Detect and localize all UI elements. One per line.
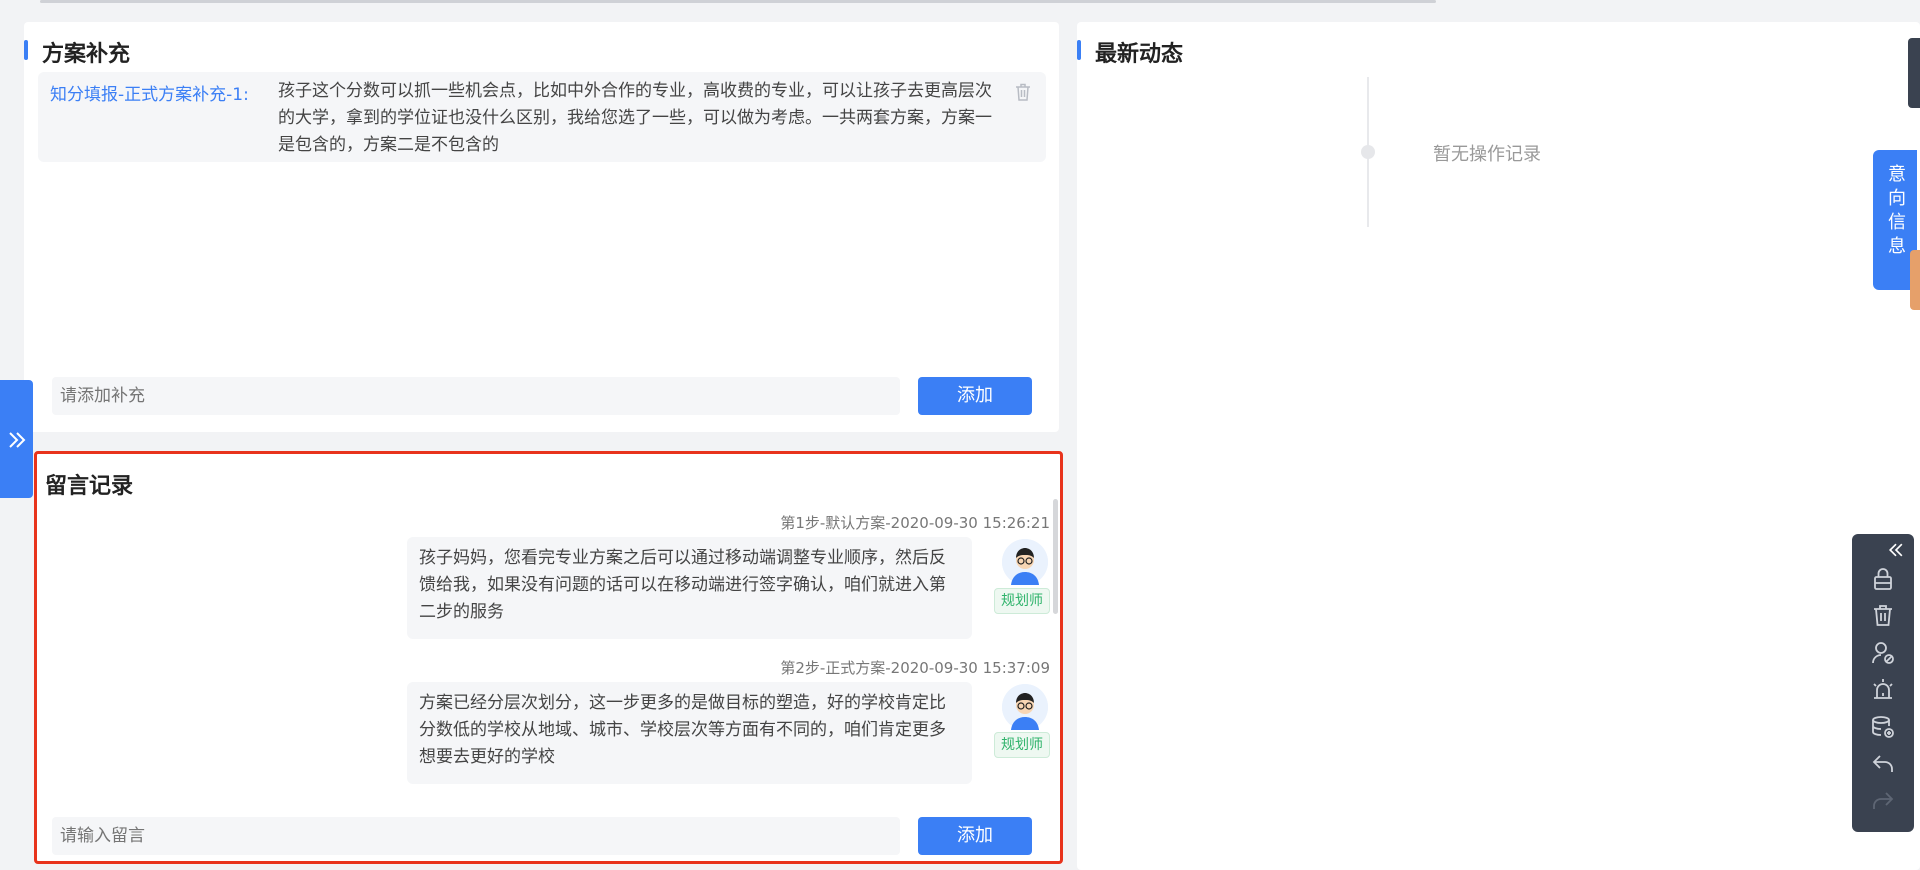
planner-avatar <box>1002 539 1048 585</box>
supplement-input[interactable] <box>52 377 900 415</box>
double-chevron-right-icon <box>8 431 25 448</box>
plan-supplement-card: 方案补充 知分填报-正式方案补充-1: 孩子这个分数可以抓一些机会点，比如中外合… <box>24 22 1059 432</box>
message-bubble: 孩子妈妈，您看完专业方案之后可以通过移动端调整专业顺序，然后反馈给我，如果没有问… <box>407 537 972 639</box>
message-input[interactable] <box>52 817 900 855</box>
delete-supplement-icon[interactable] <box>1014 82 1032 102</box>
message-time: 第1步-默认方案-2020-09-30 15:26:21 <box>780 514 1050 532</box>
edge-indicator <box>1908 38 1920 108</box>
floating-toolbar <box>1852 534 1914 832</box>
role-tag: 规划师 <box>994 732 1050 758</box>
latest-activity-title: 最新动态 <box>1077 36 1183 68</box>
role-tag: 规划师 <box>994 588 1050 614</box>
message-records-title: 留言记录 <box>45 474 134 499</box>
timeline-dot <box>1361 145 1375 159</box>
message-scrollbar[interactable] <box>1053 499 1058 614</box>
message-records-card: 留言记录 第1步-默认方案-2020-09-30 15:26:21 孩子妈妈，您… <box>34 451 1063 864</box>
lock-icon[interactable] <box>1870 566 1896 592</box>
supplement-text: 孩子这个分数可以抓一些机会点，比如中外合作的专业，高收费的专业，可以让孩子去更高… <box>278 81 992 155</box>
top-scroll-track <box>0 0 1920 4</box>
expand-sidebar-button[interactable] <box>0 380 33 498</box>
top-scroll-thumb[interactable] <box>40 0 1436 3</box>
message-bubble: 方案已经分层次划分，这一步更多的是做目标的塑造，好的学校肯定比分数低的学校从地域… <box>407 682 972 784</box>
edge-indicator <box>1910 250 1920 310</box>
supplement-item: 知分填报-正式方案补充-1: 孩子这个分数可以抓一些机会点，比如中外合作的专业，… <box>38 72 1046 162</box>
undo-icon[interactable] <box>1870 751 1896 777</box>
add-supplement-button[interactable]: 添加 <box>918 377 1032 415</box>
database-add-icon[interactable] <box>1870 714 1896 740</box>
add-message-button[interactable]: 添加 <box>918 817 1032 855</box>
latest-activity-card: 最新动态 暂无操作记录 <box>1077 22 1920 870</box>
plan-supplement-title: 方案补充 <box>24 36 130 68</box>
alarm-icon[interactable] <box>1870 677 1896 703</box>
double-chevron-left-icon[interactable] <box>1886 540 1906 560</box>
empty-activity-text: 暂无操作记录 <box>1433 144 1541 165</box>
trash-icon[interactable] <box>1870 602 1896 628</box>
user-block-icon[interactable] <box>1870 640 1896 666</box>
planner-avatar <box>1002 684 1048 730</box>
redo-icon[interactable] <box>1870 788 1896 814</box>
message-time: 第2步-正式方案-2020-09-30 15:37:09 <box>780 659 1050 677</box>
supplement-label[interactable]: 知分填报-正式方案补充-1: <box>50 80 249 105</box>
